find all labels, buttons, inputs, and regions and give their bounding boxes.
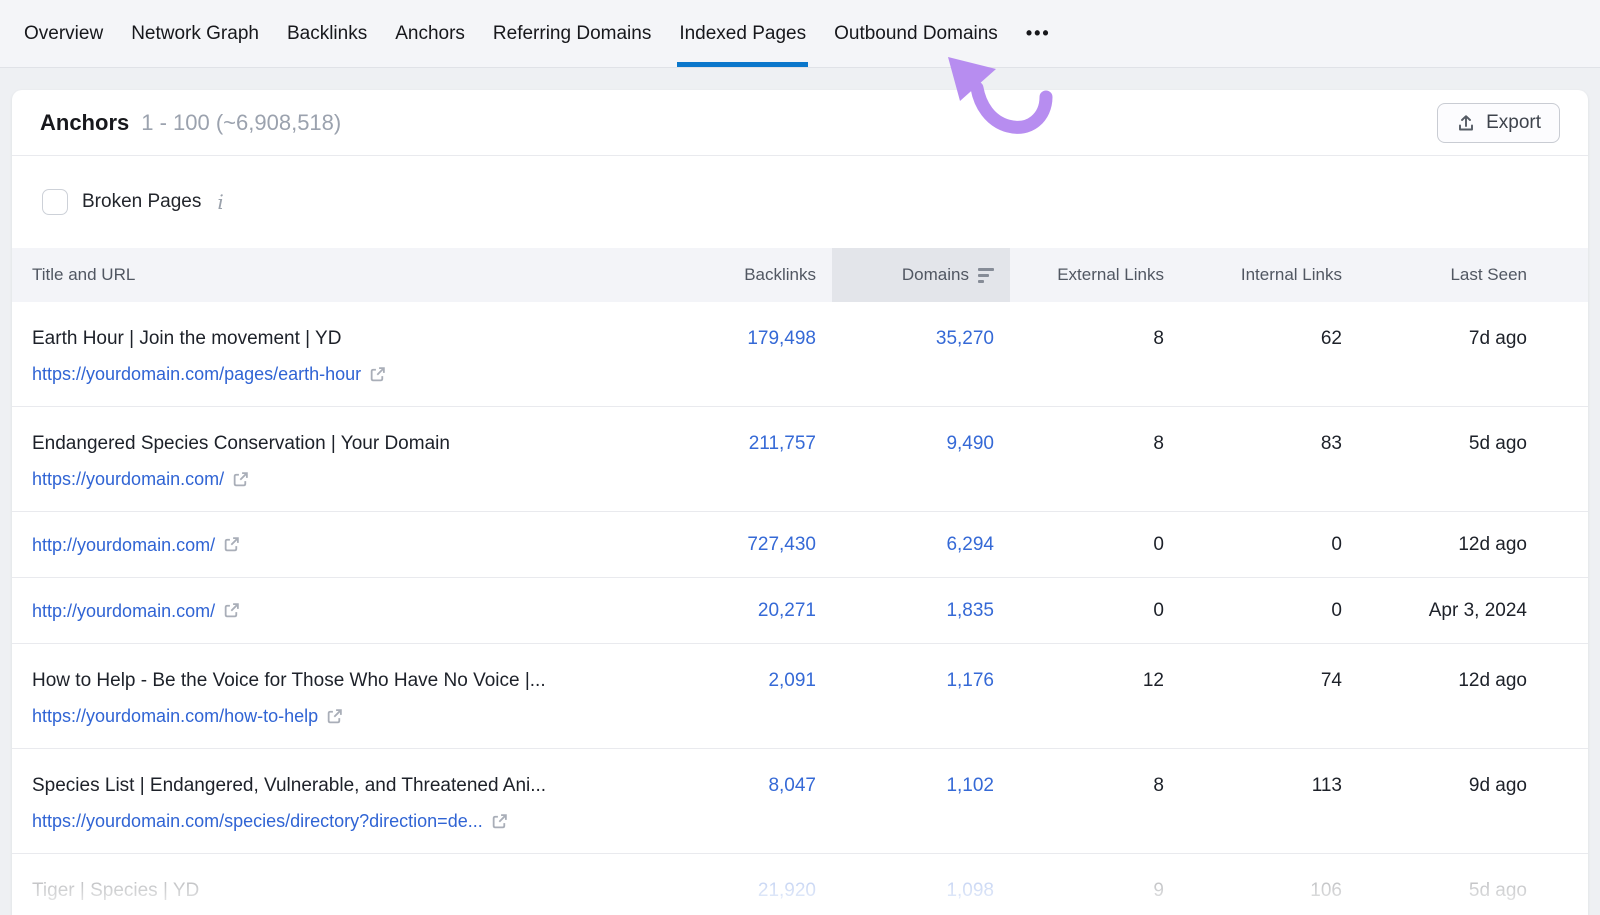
anchors-panel: Anchors 1 - 100 (~6,908,518) Export Brok… [12,90,1588,915]
external-links-value: 8 [1010,326,1180,351]
page-title: Species List | Endangered, Vulnerable, a… [32,773,662,798]
broken-pages-label: Broken Pages [82,191,201,213]
table-header-row: Title and URL Backlinks Domains External… [12,248,1588,302]
page-url-link[interactable]: https://yourdomain.com/ [32,467,662,491]
internal-links-value: 83 [1180,431,1358,456]
internal-links-value: 106 [1180,878,1358,903]
internal-links-value: 113 [1180,773,1358,798]
external-link-icon [223,536,240,553]
page-url-link[interactable]: https://yourdomain.com/pages/earth-hour [32,362,662,386]
backlinks-value[interactable]: 2,091 [682,668,832,693]
domains-value[interactable]: 1,835 [832,598,1010,623]
sort-descending-icon [978,268,994,283]
internal-links-value: 0 [1180,532,1358,557]
backlinks-value[interactable]: 20,271 [682,598,832,623]
external-links-value: 12 [1010,668,1180,693]
page-url-text: https://yourdomain.com/ [32,467,224,491]
backlinks-value[interactable]: 21,920 [682,878,832,903]
internal-links-value: 74 [1180,668,1358,693]
filter-row: Broken Pages i [12,156,1588,248]
external-link-icon [491,813,508,830]
last-seen-value: 12d ago [1358,532,1543,557]
page-title: Endangered Species Conservation | Your D… [32,431,662,456]
export-button-label: Export [1486,112,1541,134]
result-range-count: 1 - 100 (~6,908,518) [141,110,341,136]
export-upload-icon [1456,113,1476,133]
last-seen-value: 5d ago [1358,431,1543,456]
domains-value[interactable]: 6,294 [832,532,1010,557]
page-url-text: http://yourdomain.com/ [32,599,215,623]
page-url-text: https://yourdomain.com/pages/earth-hour [32,362,361,386]
tab-backlinks[interactable]: Backlinks [287,0,367,67]
table-row: Endangered Species Conservation | Your D… [12,407,1588,512]
external-link-icon [223,602,240,619]
table-row: http://yourdomain.com/ 20,271 1,835 0 0 … [12,578,1588,644]
backlinks-value[interactable]: 211,757 [682,431,832,456]
domains-value[interactable]: 1,176 [832,668,1010,693]
tab-indexed-pages[interactable]: Indexed Pages [679,0,806,67]
external-links-value: 9 [1010,878,1180,903]
page-title: How to Help - Be the Voice for Those Who… [32,668,662,693]
column-header-domains[interactable]: Domains [832,248,1010,302]
page-title: Earth Hour | Join the movement | YD [32,326,662,351]
page-url-link[interactable]: http://yourdomain.com/ [32,599,662,623]
more-tabs-button[interactable]: ••• [1026,0,1051,67]
column-header-last-seen[interactable]: Last Seen [1358,248,1543,302]
external-links-value: 0 [1010,532,1180,557]
column-header-backlinks[interactable]: Backlinks [682,248,832,302]
domains-value[interactable]: 1,098 [832,878,1010,903]
panel-header: Anchors 1 - 100 (~6,908,518) Export [12,90,1588,156]
tab-network-graph[interactable]: Network Graph [131,0,259,67]
page-url-link[interactable]: https://yourdomain.com/how-to-help [32,704,662,728]
top-tab-bar: Overview Network Graph Backlinks Anchors… [0,0,1600,68]
column-header-title-url: Title and URL [32,248,682,302]
info-icon[interactable]: i [215,190,223,214]
domains-value[interactable]: 1,102 [832,773,1010,798]
panel-title: Anchors [40,110,129,136]
external-link-icon [232,471,249,488]
backlinks-value[interactable]: 8,047 [682,773,832,798]
column-header-domains-label: Domains [902,265,969,285]
last-seen-value: 12d ago [1358,668,1543,693]
tab-anchors[interactable]: Anchors [395,0,465,67]
external-link-icon [369,366,386,383]
table-row: Species List | Endangered, Vulnerable, a… [12,749,1588,854]
table-row: How to Help - Be the Voice for Those Who… [12,644,1588,749]
external-link-icon [326,708,343,725]
tab-overview[interactable]: Overview [24,0,103,67]
internal-links-value: 0 [1180,598,1358,623]
page-url-text: http://yourdomain.com/ [32,533,215,557]
backlinks-value[interactable]: 179,498 [682,326,832,351]
column-header-internal-links[interactable]: Internal Links [1180,248,1358,302]
table-row: Tiger | Species | YD 21,920 1,098 9 106 … [12,854,1588,914]
backlinks-value[interactable]: 727,430 [682,532,832,557]
last-seen-value: 7d ago [1358,326,1543,351]
export-button[interactable]: Export [1437,103,1560,143]
domains-value[interactable]: 9,490 [832,431,1010,456]
table-row: Earth Hour | Join the movement | YD http… [12,302,1588,407]
page-url-link[interactable]: http://yourdomain.com/ [32,533,662,557]
page-url-text: https://yourdomain.com/species/directory… [32,809,483,833]
column-header-external-links[interactable]: External Links [1010,248,1180,302]
external-links-value: 8 [1010,431,1180,456]
last-seen-value: 9d ago [1358,773,1543,798]
external-links-value: 0 [1010,598,1180,623]
domains-value[interactable]: 35,270 [832,326,1010,351]
internal-links-value: 62 [1180,326,1358,351]
page-url-link[interactable]: https://yourdomain.com/species/directory… [32,809,662,833]
last-seen-value: 5d ago [1358,878,1543,903]
tab-outbound-domains[interactable]: Outbound Domains [834,0,998,67]
broken-pages-checkbox[interactable] [42,189,68,215]
tab-referring-domains[interactable]: Referring Domains [493,0,651,67]
page-url-text: https://yourdomain.com/how-to-help [32,704,318,728]
external-links-value: 8 [1010,773,1180,798]
table-row: http://yourdomain.com/ 727,430 6,294 0 0… [12,512,1588,578]
last-seen-value: Apr 3, 2024 [1358,598,1543,623]
page-title: Tiger | Species | YD [32,878,662,903]
